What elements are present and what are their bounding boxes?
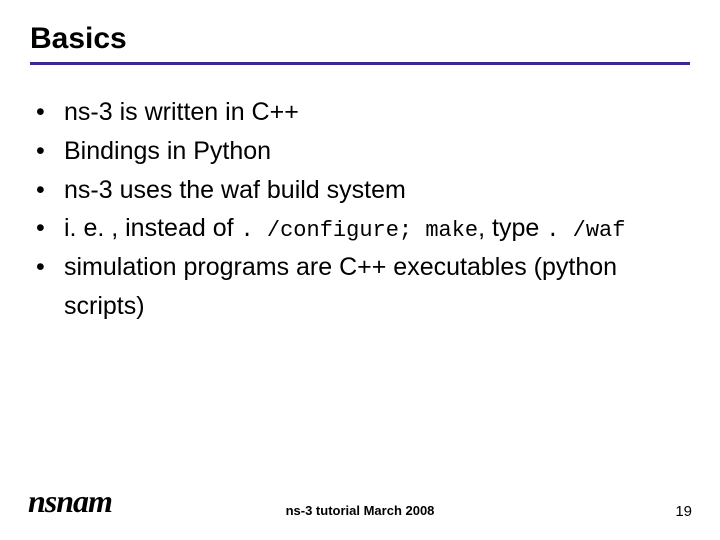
code-span: . /configure; make [241, 218, 479, 243]
title-rule [30, 62, 690, 65]
list-item: Bindings in Python [36, 132, 690, 171]
bullet-list: ns-3 is written in C++ Bindings in Pytho… [30, 93, 690, 326]
bullet-text: ns-3 is written in C++ [64, 98, 299, 126]
bullet-text: i. e. , instead of [64, 214, 241, 242]
footer-center-text: ns-3 tutorial March 2008 [286, 503, 435, 518]
slide: Basics ns-3 is written in C++ Bindings i… [0, 0, 720, 540]
bullet-text: ns-3 uses the waf build system [64, 176, 406, 204]
page-number: 19 [675, 503, 692, 520]
bullet-text: simulation programs are C++ executables … [64, 253, 617, 320]
bullet-text: Bindings in Python [64, 137, 271, 165]
slide-title: Basics [30, 22, 690, 56]
list-item: ns-3 is written in C++ [36, 93, 690, 132]
list-item: ns-3 uses the waf build system [36, 171, 690, 210]
list-item: simulation programs are C++ executables … [36, 248, 690, 326]
list-item: i. e. , instead of . /configure; make, t… [36, 209, 690, 248]
code-span: . /waf [546, 218, 625, 243]
bullet-text: , type [478, 214, 546, 242]
logo: nsnam [28, 483, 112, 520]
